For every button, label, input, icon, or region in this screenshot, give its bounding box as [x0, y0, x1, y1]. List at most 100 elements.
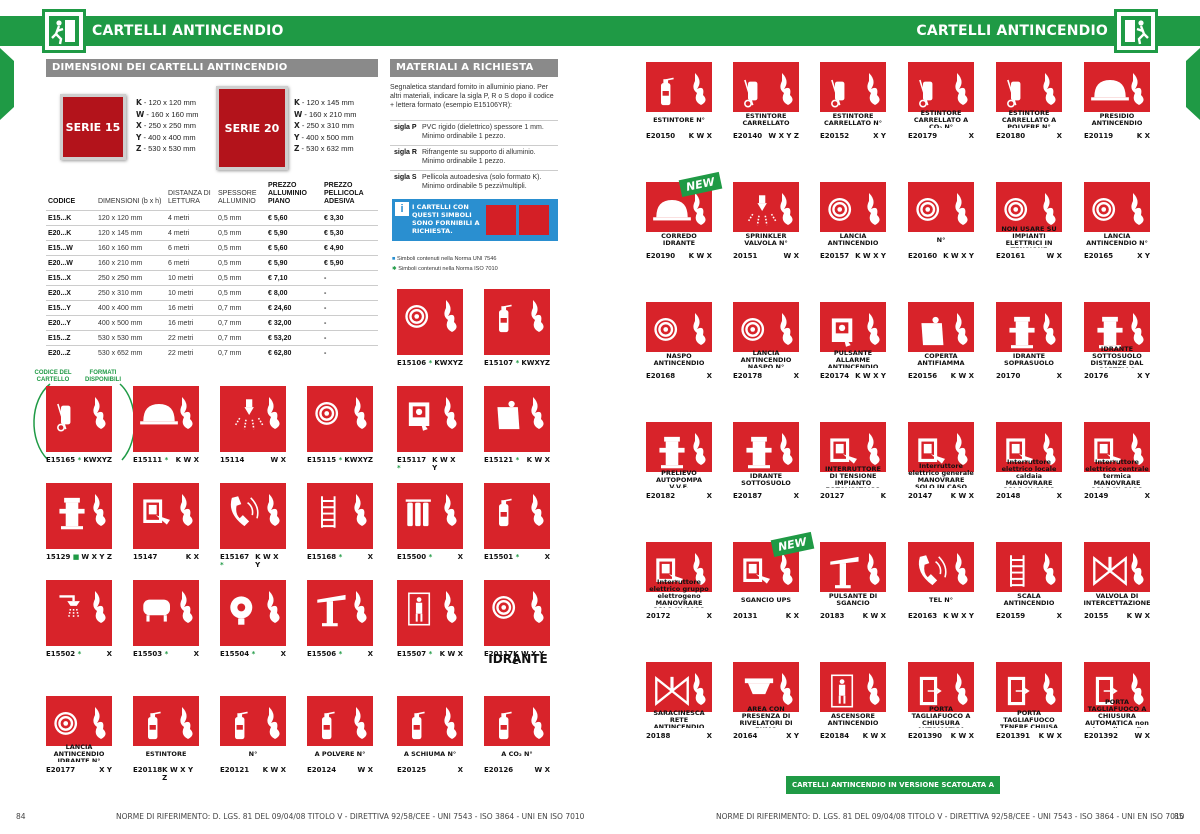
sign-monitor[interactable]: PULSANTE DI SGANCIO	[820, 542, 886, 608]
sign-alarm[interactable]: PULSANTE ALLARME ANTINCENDIO	[820, 302, 886, 368]
fire-icon	[867, 73, 880, 105]
page-tab-right[interactable]	[1186, 48, 1200, 120]
sign-label: A CO₂ N°	[484, 746, 550, 762]
sign-cart[interactable]: ESTINTORE CARRELLATO N°	[820, 62, 886, 128]
sprinkler-icon	[747, 195, 777, 226]
sign-valve[interactable]: VALVOLA DI INTERCETTAZIONE	[1084, 542, 1150, 608]
sign-formats: W X	[783, 252, 799, 260]
table-cell: 400 x 500 mm	[96, 315, 166, 331]
sign-phone[interactable]: TEL N°	[908, 542, 974, 608]
sign-formats: K W X Y	[432, 456, 456, 472]
sign-lift[interactable]: ASCENSORE ANTINCENDIO	[820, 662, 886, 728]
sign-formats: X	[367, 553, 373, 561]
sign-hose[interactable]: LANCIA ANTINCENDIO IDRANTE N°	[46, 696, 112, 762]
sign-ext[interactable]: N°	[220, 696, 286, 762]
sample-sign-serie20: SERIE 20	[216, 86, 288, 170]
sign-caption: E201392 W X	[1084, 732, 1150, 740]
sign-hydrant[interactable]: PRELIEVO AUTOPOMPA V.V.F.	[646, 422, 712, 488]
sign-ext[interactable]: A CO₂ N°	[484, 696, 550, 762]
sign-reel[interactable]	[220, 580, 286, 646]
sign-cart[interactable]: ESTINTORE CARRELLATO A CO₂ N°	[908, 62, 974, 128]
table-cell: -	[322, 285, 378, 301]
table-cell: 530 x 652 mm	[96, 345, 166, 361]
fire-sign-icon	[519, 205, 549, 235]
sign-formats: K W X Y	[943, 612, 974, 620]
sign-hose[interactable]	[484, 580, 550, 646]
sign-alarm[interactable]	[397, 386, 463, 452]
sign-hose[interactable]: LANCIA ANTINCENDIO NASPO N°	[733, 302, 799, 368]
sign-hydrant[interactable]: IDRANTE SOTTOSUOLO	[733, 422, 799, 488]
sign-hydrant[interactable]: IDRANTE SOTTOSUOLO DISTANZE DAL CARTELLO	[1084, 302, 1150, 368]
sign-hose[interactable]: N°	[908, 182, 974, 248]
sign-ext[interactable]: ESTINTORE N°	[646, 62, 712, 128]
format-entry: Y - 400 x 400 mm	[136, 132, 196, 142]
sign-cart[interactable]: ESTINTORE CARRELLATO A POLVERE N°	[996, 62, 1062, 128]
sign-hose[interactable]: LANCIA ANTINCENDIO	[820, 182, 886, 248]
sign-caption: E15168 * X	[307, 553, 373, 561]
sign-ext[interactable]: ESTINTORE	[133, 696, 199, 762]
sign-phone[interactable]	[220, 483, 286, 549]
sign-door[interactable]: PORTA TAGLIAFUOCO A CHIUSURA AUTOMATICA …	[1084, 662, 1150, 728]
fire-icon	[267, 707, 280, 739]
sign-switch[interactable]: INTERRUTTORE DI TENSIONE IMPIANTO FOTOVO…	[820, 422, 886, 488]
sign-lift[interactable]	[397, 580, 463, 646]
sign-label: TEL N°	[908, 592, 974, 608]
sign-hose[interactable]	[307, 386, 373, 452]
sign-label: NASPO ANTINCENDIO	[646, 352, 712, 368]
sign-caption: E20182 X	[646, 492, 712, 500]
sign-shower[interactable]	[46, 580, 112, 646]
sign-hose[interactable]: NON USARE SU IMPIANTI ELETTRICI IN TENSI…	[996, 182, 1062, 248]
sign-detector[interactable]: AREA CON PRESENZA DI RIVELATORI DI FUMO	[733, 662, 799, 728]
sign-formats: K W X	[1038, 732, 1062, 740]
sign-hose[interactable]	[397, 289, 463, 355]
sign-sprinkler[interactable]	[220, 386, 286, 452]
page-tab-left[interactable]	[0, 48, 14, 120]
sign-ext[interactable]	[484, 289, 550, 355]
sign-label: COPERTA ANTIFIAMMA	[908, 352, 974, 368]
sign-caption: E20161 W X	[996, 252, 1062, 260]
sign-switch[interactable]: Interruttore elettrico generale MANOVRAR…	[908, 422, 974, 488]
sign-label: Interruttore elettrico gruppo elettrogen…	[646, 579, 712, 608]
sign-bottles[interactable]	[397, 483, 463, 549]
sign-switch[interactable]	[133, 483, 199, 549]
sign-ext[interactable]: A SCHIUMA N°	[397, 696, 463, 762]
sign-monitor[interactable]	[307, 580, 373, 646]
sign-door[interactable]: PORTA TAGLIAFUOCO A CHIUSURA AUTOMATICA	[908, 662, 974, 728]
sign-sprinkler[interactable]: SPRINKLER VALVOLA N°	[733, 182, 799, 248]
sign-helmet[interactable]	[133, 386, 199, 452]
sign-formats: K X	[785, 612, 799, 620]
sign-formats: X Y	[1137, 372, 1150, 380]
sign-hose[interactable]: LANCIA ANTINCENDIO N°	[1084, 182, 1150, 248]
sign-door[interactable]: PORTA TAGLIAFUOCO TENERE CHIUSA	[996, 662, 1062, 728]
cta-banner[interactable]: CARTELLI ANTINCENDIO IN VERSIONE SCATOLA…	[786, 776, 1000, 807]
sign-caption: 15147 K X	[133, 553, 199, 561]
sign-hydrant[interactable]: IDRANTE SOPRASUOLO	[996, 302, 1062, 368]
sign-code: 20155	[1084, 612, 1109, 620]
sign-cart[interactable]: ESTINTORE CARRELLATO	[733, 62, 799, 128]
sign-helmet[interactable]: PRESIDIO ANTINCENDIO	[1084, 62, 1150, 128]
sign-ext[interactable]: A POLVERE N°	[307, 696, 373, 762]
sign-code: 20172	[646, 612, 671, 620]
sign-caption: E20177 X Y	[46, 766, 112, 774]
table-cell: € 5,60	[266, 210, 322, 226]
table-cell: E15...W	[46, 240, 96, 256]
sign-hose[interactable]: NASPO ANTINCENDIO	[646, 302, 712, 368]
sign-code: E20179	[908, 132, 938, 140]
sign-valve[interactable]: SARACINESCA RETE ANTINCENDIO	[646, 662, 712, 728]
sign-cart[interactable]	[46, 386, 112, 452]
sign-blanket[interactable]	[484, 386, 550, 452]
sign-tank[interactable]	[133, 580, 199, 646]
sign-switch[interactable]: Interruttore elettrico locale caldaia MA…	[996, 422, 1062, 488]
sign-ladder[interactable]: SCALA ANTINCENDIO	[996, 542, 1062, 608]
norm-mark: *	[251, 650, 256, 658]
format-entry: Z - 530 x 632 mm	[294, 144, 354, 154]
sign-switch[interactable]: Interruttore elettrico centrale termica …	[1084, 422, 1150, 488]
sign-code: E20124	[307, 766, 337, 774]
sign-ladder[interactable]	[307, 483, 373, 549]
sign-code: E20165	[1084, 252, 1114, 260]
sign-switch[interactable]: Interruttore elettrico gruppo elettrogen…	[646, 542, 712, 608]
sign-hydrant[interactable]	[46, 483, 112, 549]
sign-ext[interactable]	[484, 483, 550, 549]
sign-formats: K W X	[1126, 612, 1150, 620]
sign-blanket[interactable]: COPERTA ANTIFIAMMA	[908, 302, 974, 368]
